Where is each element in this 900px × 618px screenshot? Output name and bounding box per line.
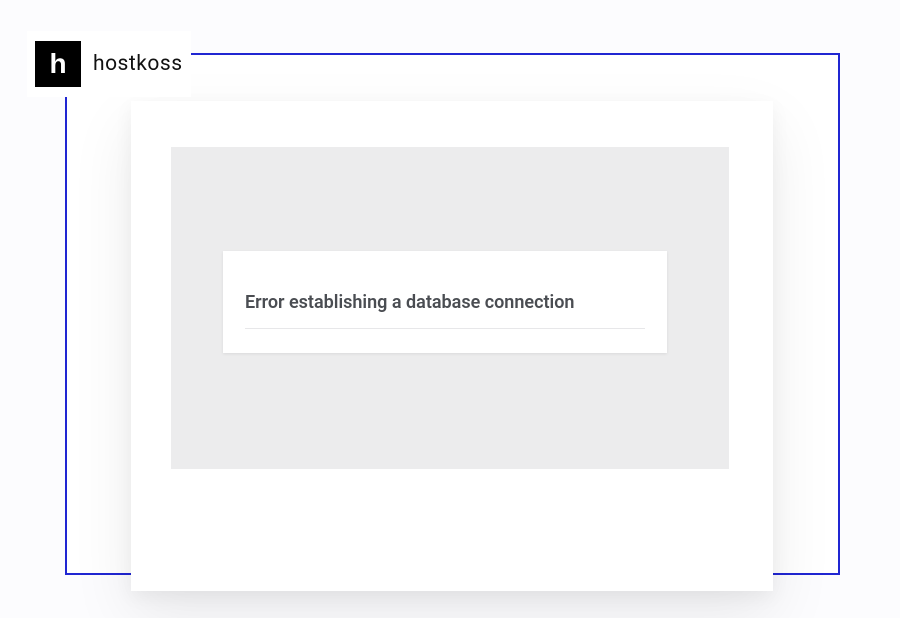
- brand-block: h hostkoss: [27, 31, 191, 97]
- error-panel: Error establishing a database connection: [223, 251, 667, 353]
- error-divider: [245, 328, 645, 329]
- error-message: Error establishing a database connection: [245, 291, 645, 314]
- screenshot-card: Error establishing a database connection: [131, 101, 773, 591]
- brand-logo: h: [35, 41, 81, 87]
- brand-name: hostkoss: [93, 52, 183, 76]
- brand-logo-letter: h: [49, 50, 66, 78]
- browser-viewport: Error establishing a database connection: [171, 147, 729, 469]
